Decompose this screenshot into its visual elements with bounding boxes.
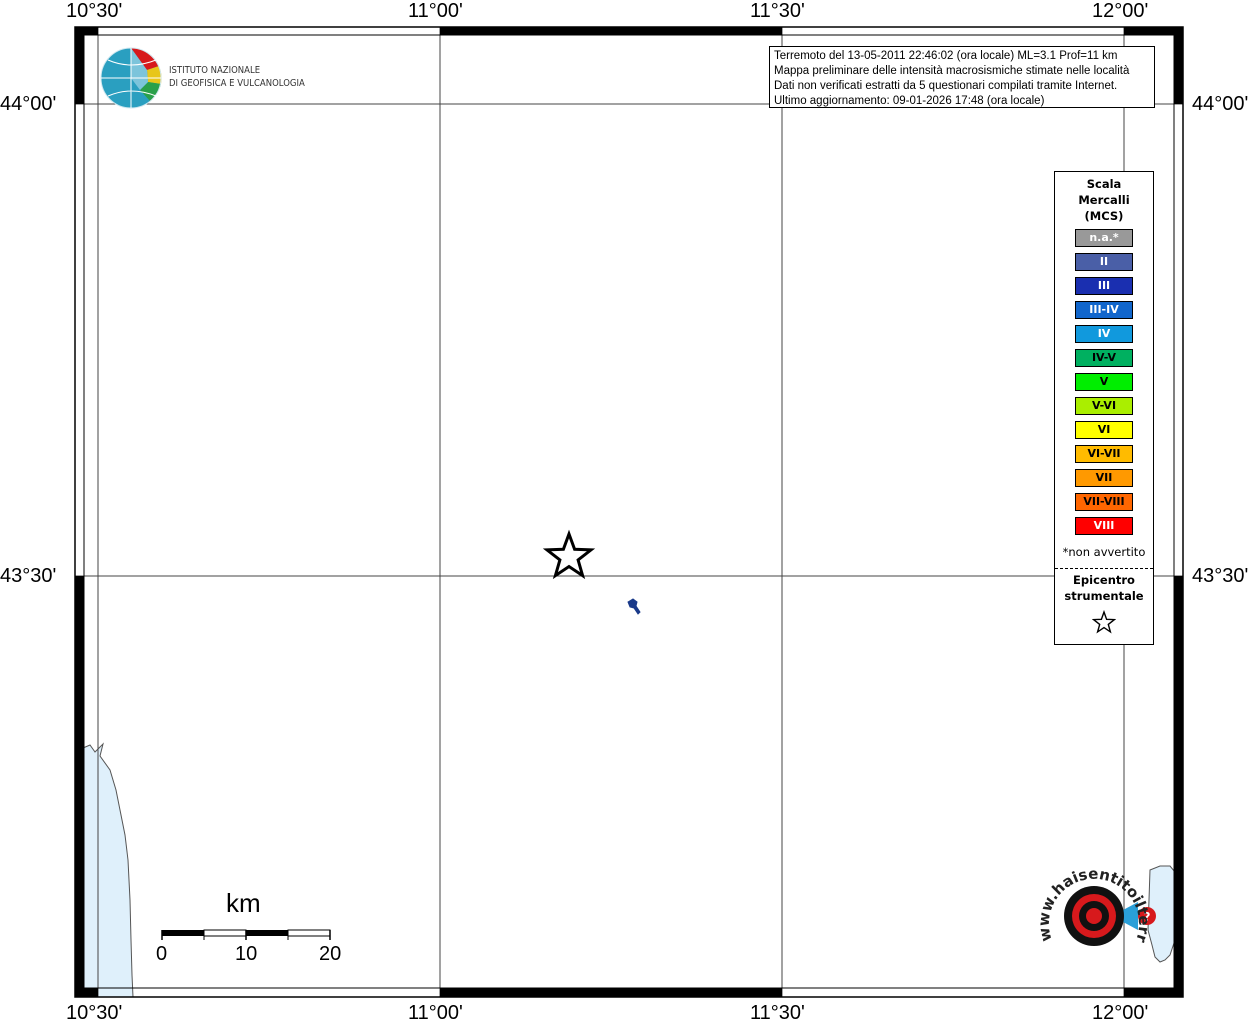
legend-item: VIII	[1075, 517, 1133, 535]
legend-note: *non avvertito	[1062, 545, 1146, 559]
legend-item: V-VI	[1075, 397, 1133, 415]
lon-label-top-1100: 11°00'	[408, 0, 463, 22]
legend-item: VII	[1075, 469, 1133, 487]
intensity-map: ? www.haisentitoilterremoto.it 10°30' 11…	[0, 0, 1256, 1024]
lon-label-bottom-1100: 11°00'	[408, 1002, 463, 1024]
ingv-logo-text: ISTITUTO NAZIONALE DI GEOFISICA E VULCAN…	[169, 64, 305, 90]
frame-bar-right-2	[1174, 576, 1183, 997]
ingv-line2: DI GEOFISICA E VULCANOLOGIA	[169, 78, 305, 89]
map-area	[75, 27, 1183, 997]
frame-bar-left-2	[75, 576, 84, 997]
legend-epicenter-line1: Epicentro	[1073, 573, 1135, 587]
lon-label-top-1200: 12°00'	[1092, 0, 1149, 22]
info-line1: Terremoto del 13-05-2011 22:46:02 (ora l…	[774, 50, 1118, 62]
legend-item: V	[1075, 373, 1133, 391]
lon-label-top-1130: 11°30'	[750, 0, 805, 22]
frame-bar-right-1	[1174, 27, 1183, 104]
frame-bar-left-1	[75, 27, 84, 104]
scale-tick-10: 10	[235, 943, 258, 965]
frame-bar-top-2	[440, 27, 782, 35]
legend-epicenter-line2: strumentale	[1064, 589, 1144, 603]
ingv-logo-icon	[100, 47, 162, 109]
frame-bar-bottom-2	[440, 988, 782, 997]
info-line4: Ultimo aggiornamento: 09-01-2026 17:48 (…	[774, 95, 1045, 107]
legend-item: VI	[1075, 421, 1133, 439]
scale-tick-20: 20	[319, 943, 342, 965]
legend-item: IV	[1075, 325, 1133, 343]
legend-separator	[1055, 568, 1153, 569]
legend-item: n.a.*	[1075, 229, 1133, 247]
lon-label-bottom-1200: 12°00'	[1092, 1002, 1149, 1024]
lon-label-bottom-1030: 10°30'	[66, 1002, 123, 1024]
mcs-legend: Scala Mercalli (MCS) n.a.* II III III-IV IV I…	[1054, 171, 1154, 645]
ingv-line1: ISTITUTO NAZIONALE	[169, 65, 261, 76]
legend-item: VI-VII	[1075, 445, 1133, 463]
lat-label-right-4400: 44°00'	[1192, 93, 1249, 115]
legend-item: VII-VIII	[1075, 493, 1133, 511]
legend-item: II	[1075, 253, 1133, 271]
lat-label-right-4330: 43°30'	[1192, 565, 1249, 587]
legend-title-line3: (MCS)	[1084, 209, 1124, 223]
legend-item: III-IV	[1075, 301, 1133, 319]
legend-title: Scala Mercalli (MCS)	[1055, 176, 1153, 224]
legend-star-icon	[1092, 610, 1116, 634]
legend-title-line1: Scala	[1086, 177, 1122, 191]
event-info-box: Terremoto del 13-05-2011 22:46:02 (ora l…	[769, 46, 1155, 108]
lon-label-top-1030: 10°30'	[66, 0, 123, 22]
legend-epicenter: Epicentro strumentale	[1055, 572, 1153, 604]
lat-label-left-4400: 44°00'	[0, 93, 57, 115]
lon-label-bottom-1130: 11°30'	[750, 1002, 805, 1024]
scale-unit: km	[226, 888, 261, 918]
scale-tick-0: 0	[156, 943, 168, 965]
lat-label-left-4330: 43°30'	[0, 565, 57, 587]
info-line2: Mappa preliminare delle intensità macros…	[774, 65, 1130, 77]
legend-item: III	[1075, 277, 1133, 295]
legend-title-line2: Mercalli	[1078, 193, 1130, 207]
legend-item: IV-V	[1075, 349, 1133, 367]
info-line3: Dati non verificati estratti da 5 questi…	[774, 80, 1118, 92]
